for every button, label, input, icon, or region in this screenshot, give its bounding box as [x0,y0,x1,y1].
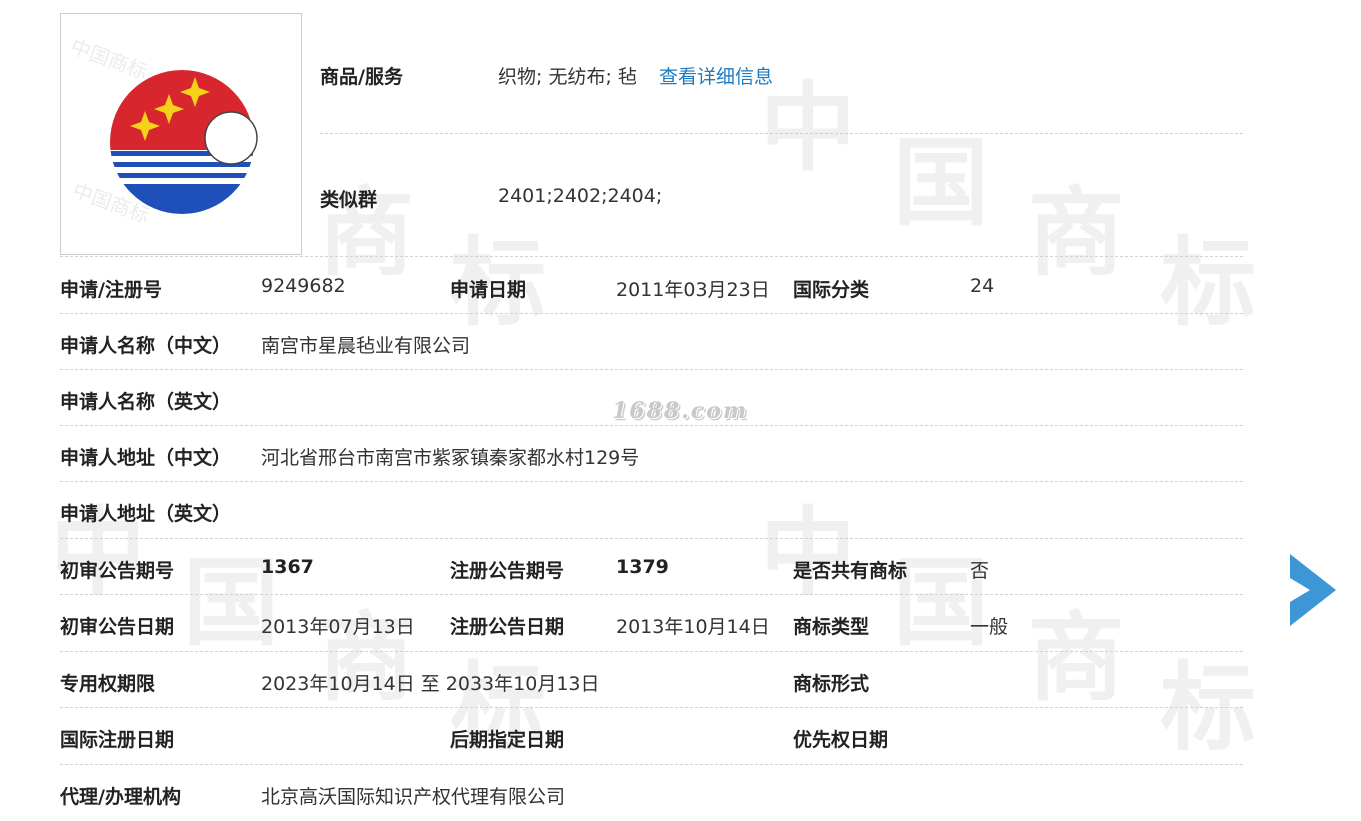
tm-type-value: 一般 [970,616,1009,638]
reg-issue-value: 1379 [616,556,669,578]
info-row-applicant-cn: 申请人名称（中文） 南宫市星晨毡业有限公司 [60,314,1243,370]
tm-form-label: 商标形式 [793,673,870,695]
info-row-term: 专用权期限 2023年10月14日 至 2033年10月13日 商标形式 [60,652,1243,708]
info-row-agent: 代理/办理机构 北京高沃国际知识产权代理有限公司 [60,765,1243,821]
address-cn-label: 申请人地址（中文） [60,447,232,469]
applicant-cn-label: 申请人名称（中文） [60,335,232,357]
logo-white-circle [204,111,258,165]
reg-no-value: 9249682 [261,275,346,297]
intl-class-label: 国际分类 [793,279,870,301]
prelim-date-value: 2013年07月13日 [261,616,415,638]
next-arrow-button[interactable] [1288,554,1336,626]
logo-blue-line [110,173,254,178]
chevron-right-icon [1290,554,1336,626]
later-designation-label: 后期指定日期 [450,729,565,751]
info-row-registration: 申请/注册号 9249682 申请日期 2011年03月23日 国际分类 24 [60,258,1243,314]
similar-group-label: 类似群 [320,189,378,211]
agent-value: 北京高沃国际知识产权代理有限公司 [261,786,566,808]
divider [60,256,1243,257]
reg-date-value: 2013年10月14日 [616,616,770,638]
address-en-label: 申请人地址（英文） [60,503,232,525]
goods-services-label: 商品/服务 [320,66,403,88]
divider [320,133,1243,134]
applicant-cn-value: 南宫市星晨毡业有限公司 [261,335,471,357]
info-row-address-en: 申请人地址（英文） [60,482,1243,538]
prelim-issue-label: 初审公告期号 [60,560,175,582]
info-row-intl: 国际注册日期 后期指定日期 优先权日期 [60,708,1243,764]
priority-date-label: 优先权日期 [793,729,889,751]
watermark-site-text: 1688.com [612,398,749,424]
exclusive-term-value: 2023年10月14日 至 2033年10月13日 [261,673,600,695]
intl-reg-date-label: 国际注册日期 [60,729,175,751]
watermark-char: 中 [760,72,856,184]
goods-services-row: 商品/服务 织物; 无纺布; 毡 查看详细信息 [320,62,1243,88]
address-cn-value: 河北省邢台市南宫市紫冢镇秦家都水村129号 [261,447,640,469]
tm-type-label: 商标类型 [793,616,870,638]
trademark-logo-graphic: 中国商标 中国商标 [67,34,258,228]
shared-value: 否 [970,560,990,582]
trademark-image: 中国商标 中国商标 [60,13,302,255]
prelim-date-label: 初审公告日期 [60,616,175,638]
info-row-dates: 初审公告日期 2013年07月13日 注册公告日期 2013年10月14日 商标… [60,595,1243,651]
shared-label: 是否共有商标 [793,560,908,582]
info-row-issues: 初审公告期号 1367 注册公告期号 1379 是否共有商标 否 [60,539,1243,595]
apply-date-label: 申请日期 [450,279,527,301]
logo-blue-line [110,162,254,167]
reg-no-label: 申请/注册号 [60,279,162,301]
agent-label: 代理/办理机构 [60,786,181,808]
reg-issue-label: 注册公告期号 [450,560,565,582]
applicant-en-label: 申请人名称（英文） [60,391,232,413]
logo-watermark-char: 中国商标 [67,34,150,84]
apply-date-value: 2011年03月23日 [616,279,770,301]
similar-group-value: 2401;2402;2404; [498,185,663,207]
info-row-address-cn: 申请人地址（中文） 河北省邢台市南宫市紫冢镇秦家都水村129号 [60,426,1243,482]
view-details-link[interactable]: 查看详细信息 [659,62,773,89]
exclusive-term-label: 专用权期限 [60,673,156,695]
intl-class-value: 24 [970,275,995,297]
watermark-char: 国 [893,127,989,239]
reg-date-label: 注册公告日期 [450,616,565,638]
goods-services-value: 织物; 无纺布; 毡 [498,66,637,88]
similar-group-row: 类似群 2401;2402;2404; [320,185,1243,211]
prelim-issue-value: 1367 [261,556,314,578]
